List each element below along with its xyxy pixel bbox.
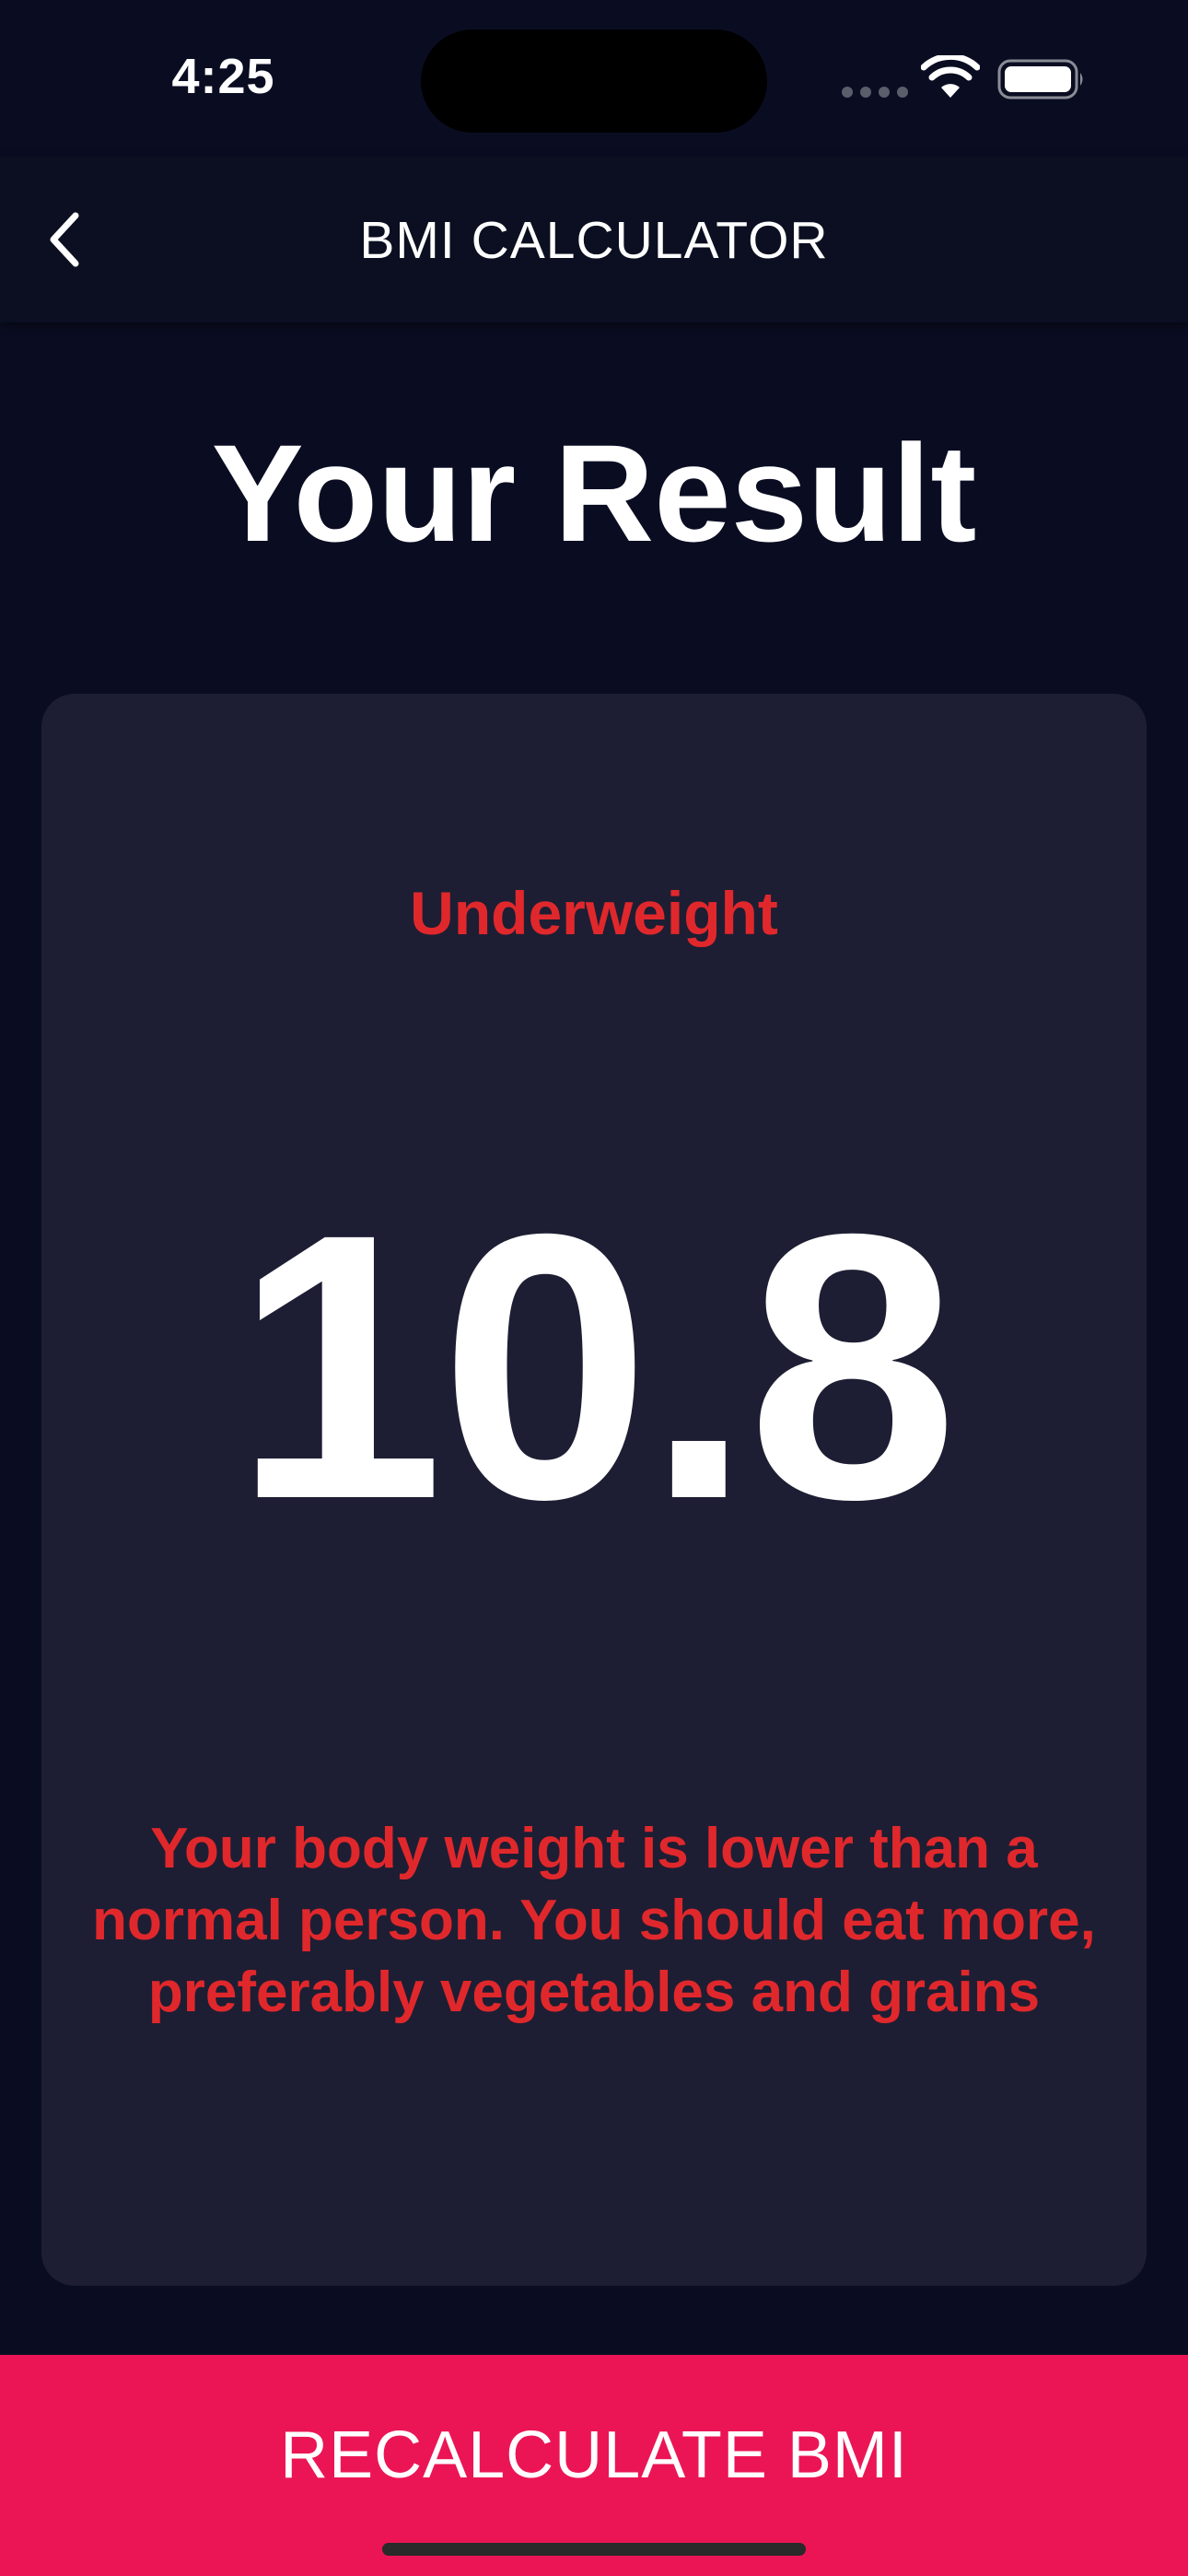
- app-title: BMI CALCULATOR: [359, 211, 829, 270]
- app-bar: BMI CALCULATOR: [0, 157, 1188, 322]
- cellular-signal-icon: [842, 87, 908, 98]
- wifi-icon: [921, 55, 980, 98]
- status-time: 4:25: [171, 49, 275, 104]
- result-status-label: Underweight: [410, 879, 778, 947]
- bmi-value: 10.8: [234, 1155, 958, 1577]
- result-card: Underweight 10.8 Your body weight is low…: [41, 694, 1147, 2286]
- battery-icon: [997, 59, 1083, 100]
- dynamic-island: [421, 29, 767, 133]
- status-bar: 4:25: [0, 0, 1188, 157]
- recalculate-button-label: RECALCULATE BMI: [280, 2418, 908, 2492]
- home-indicator[interactable]: [382, 2543, 806, 2556]
- result-interpretation: Your body weight is lower than a normal …: [92, 1817, 1096, 2024]
- page-title: Your Result: [211, 416, 977, 570]
